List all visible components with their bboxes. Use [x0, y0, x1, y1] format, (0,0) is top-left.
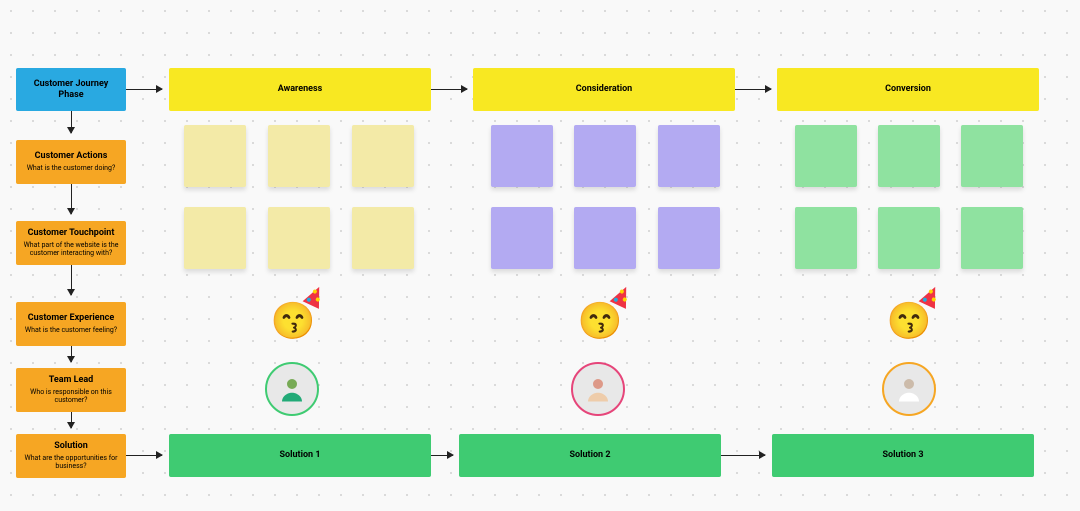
- phase-consideration[interactable]: Consideration: [473, 68, 735, 111]
- solution-2-label: Solution 2: [570, 450, 611, 461]
- arrow-down-icon: [71, 412, 72, 428]
- sticky-note[interactable]: [184, 125, 246, 187]
- row-customer-experience[interactable]: Customer Experience What is the customer…: [16, 302, 126, 346]
- sticky-note[interactable]: [352, 207, 414, 269]
- solution-1-label: Solution 1: [280, 450, 321, 461]
- arrow-right-icon: [721, 455, 765, 456]
- phase-awareness-label: Awareness: [278, 84, 323, 95]
- phase-consideration-label: Consideration: [576, 84, 632, 95]
- sticky-note[interactable]: [184, 207, 246, 269]
- row-solution[interactable]: Solution What are the opportunities for …: [16, 434, 126, 478]
- sticky-note[interactable]: [268, 207, 330, 269]
- person-icon: [277, 374, 307, 404]
- sticky-note[interactable]: [878, 207, 940, 269]
- sticky-note[interactable]: [961, 207, 1023, 269]
- sticky-note[interactable]: [352, 125, 414, 187]
- sticky-note[interactable]: [268, 125, 330, 187]
- row-team-lead[interactable]: Team Lead Who is responsible on this cus…: [16, 368, 126, 412]
- arrow-right-icon: [431, 89, 467, 90]
- row-experience-sub: What is the customer feeling?: [25, 326, 117, 334]
- row-touchpoint-title: Customer Touchpoint: [28, 228, 115, 239]
- party-face-icon[interactable]: 😙: [268, 296, 318, 346]
- solution-3-label: Solution 3: [883, 450, 924, 461]
- phase-conversion-label: Conversion: [885, 84, 931, 95]
- row-teamlead-title: Team Lead: [49, 375, 94, 386]
- sticky-note[interactable]: [658, 125, 720, 187]
- row-solution-title: Solution: [54, 441, 88, 452]
- row-touchpoint-sub: What part of the website is the customer…: [22, 241, 120, 258]
- person-icon: [583, 374, 613, 404]
- row-experience-title: Customer Experience: [28, 313, 114, 324]
- row-actions-title: Customer Actions: [35, 151, 108, 162]
- phase-conversion[interactable]: Conversion: [777, 68, 1039, 111]
- party-face-icon[interactable]: 😙: [884, 296, 934, 346]
- sticky-note[interactable]: [961, 125, 1023, 187]
- row-actions-sub: What is the customer doing?: [27, 164, 116, 172]
- arrow-right-icon: [126, 89, 162, 90]
- row-customer-touchpoint[interactable]: Customer Touchpoint What part of the web…: [16, 221, 126, 265]
- solution-2[interactable]: Solution 2: [459, 434, 721, 477]
- arrow-down-icon: [71, 265, 72, 295]
- row-customer-actions[interactable]: Customer Actions What is the customer do…: [16, 140, 126, 184]
- avatar[interactable]: [571, 362, 625, 416]
- arrow-down-icon: [71, 111, 72, 133]
- arrow-right-icon: [431, 455, 453, 456]
- sticky-note[interactable]: [795, 125, 857, 187]
- row-teamlead-sub: Who is responsible on this customer?: [22, 388, 120, 405]
- sticky-note[interactable]: [878, 125, 940, 187]
- journey-phase-header[interactable]: Customer Journey Phase: [16, 68, 126, 111]
- party-face-icon[interactable]: 😙: [575, 296, 625, 346]
- arrow-right-icon: [126, 455, 162, 456]
- person-icon: [894, 374, 924, 404]
- journey-phase-label: Customer Journey Phase: [22, 79, 120, 101]
- solution-1[interactable]: Solution 1: [169, 434, 431, 477]
- sticky-note[interactable]: [491, 207, 553, 269]
- sticky-note[interactable]: [491, 125, 553, 187]
- sticky-note[interactable]: [795, 207, 857, 269]
- sticky-note[interactable]: [658, 207, 720, 269]
- phase-awareness[interactable]: Awareness: [169, 68, 431, 111]
- avatar[interactable]: [265, 362, 319, 416]
- sticky-note[interactable]: [574, 207, 636, 269]
- row-solution-sub: What are the opportunities for business?: [22, 454, 120, 471]
- avatar[interactable]: [882, 362, 936, 416]
- arrow-down-icon: [71, 184, 72, 214]
- sticky-note[interactable]: [574, 125, 636, 187]
- arrow-right-icon: [735, 89, 771, 90]
- arrow-down-icon: [71, 346, 72, 362]
- solution-3[interactable]: Solution 3: [772, 434, 1034, 477]
